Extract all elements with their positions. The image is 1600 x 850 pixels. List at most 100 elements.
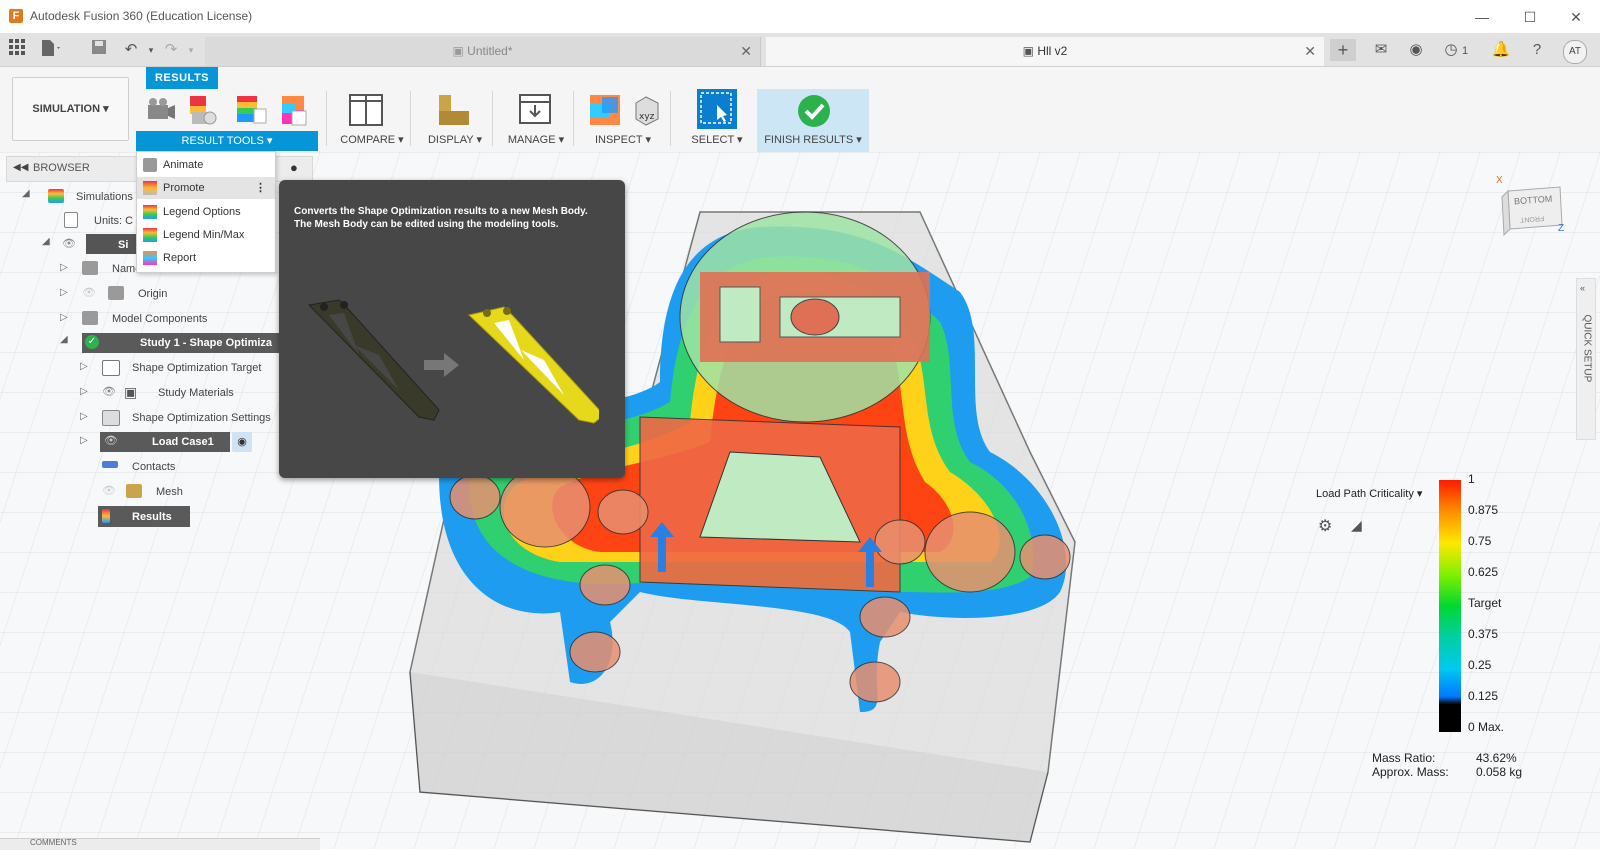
save-icon[interactable]	[88, 39, 110, 61]
notification-comment-icon[interactable]: ✉	[1370, 39, 1392, 61]
collapse-browser-icon[interactable]: ◀◀	[13, 162, 28, 173]
expand-triangle-icon[interactable]: ◢	[22, 188, 32, 200]
tree-row-units[interactable]: Units: C	[60, 210, 140, 234]
tree-row-load-case-1[interactable]: ▷ 👁 Load Case1 ◉	[80, 431, 260, 455]
legend-tick: Target	[1468, 596, 1502, 610]
undo-icon[interactable]: ↶	[120, 39, 142, 61]
tree-label: Origin	[138, 288, 168, 300]
compare-icon[interactable]	[349, 93, 383, 127]
compare-dropdown[interactable]: COMPARE ▾	[336, 133, 408, 146]
app-logo-icon: F	[9, 9, 23, 23]
job-count: 1	[1462, 45, 1469, 57]
tab-results[interactable]: RESULTS	[146, 67, 218, 89]
workspace-switcher-button[interactable]: SIMULATION ▾	[12, 77, 129, 141]
data-panel-grid-icon[interactable]	[6, 39, 28, 61]
axis-z-label: Z	[1558, 223, 1565, 234]
menu-item-label: Promote	[163, 182, 205, 194]
menu-item-report[interactable]: Report	[137, 247, 275, 269]
tree-row-mesh[interactable]: 👁 Mesh	[100, 481, 220, 505]
expand-triangle-icon[interactable]: ▷	[80, 411, 90, 423]
tree-row-model-components[interactable]: ▷ Model Components	[60, 308, 260, 332]
display-icon[interactable]	[437, 93, 471, 127]
legend-options-icon[interactable]	[234, 93, 268, 127]
expand-triangle-icon[interactable]: ◢	[42, 236, 52, 248]
select-icon[interactable]	[697, 89, 737, 129]
display-dropdown[interactable]: DISPLAY ▾	[420, 133, 490, 146]
maximize-icon[interactable]: ☐	[1508, 4, 1552, 30]
menu-item-animate[interactable]: Animate	[137, 154, 275, 176]
menu-item-legend-min-max[interactable]: Legend Min/Max	[137, 224, 275, 246]
inspect-dropdown[interactable]: INSPECT ▾	[583, 133, 663, 146]
close-window-icon[interactable]: ✕	[1554, 4, 1598, 30]
window-title: Autodesk Fusion 360 (Education License)	[30, 9, 253, 23]
visibility-eye-icon[interactable]: 👁	[102, 385, 116, 398]
view-cube[interactable]: BOTTOM FRONT X Z	[1494, 175, 1568, 245]
legend-title-dropdown[interactable]: Load Path Criticality ▾	[1316, 487, 1422, 500]
tree-row-results[interactable]: Results	[98, 506, 190, 530]
tab-hll-v2[interactable]: ▣ Hll v2 ✕	[766, 37, 1324, 66]
animate-camera-icon[interactable]	[144, 93, 178, 127]
expand-triangle-icon[interactable]: ▷	[60, 312, 70, 324]
user-avatar[interactable]: AT	[1563, 40, 1587, 64]
visibility-eye-icon[interactable]: 👁	[102, 484, 116, 497]
result-tools-dropdown[interactable]: RESULT TOOLS ▾	[136, 131, 318, 151]
report-icon[interactable]	[276, 93, 310, 127]
tree-label: Contacts	[132, 461, 176, 473]
manage-dropdown[interactable]: MANAGE ▾	[500, 133, 572, 146]
expand-triangle-icon[interactable]: ▷	[80, 435, 90, 447]
active-radio-icon[interactable]: ◉	[232, 432, 252, 452]
expand-triangle-icon[interactable]: ▷	[60, 262, 70, 274]
tree-row-simulation-model[interactable]: ◢ 👁 Si	[40, 234, 150, 258]
comments-panel[interactable]: COMMENTS	[0, 838, 320, 850]
browser-options-icon[interactable]: ●	[290, 160, 298, 175]
redo-icon[interactable]: ↷	[160, 39, 182, 61]
manage-icon[interactable]	[518, 93, 552, 127]
quick-setup-panel[interactable]: « QUICK SETUP	[1576, 278, 1596, 440]
legend-settings-gear-icon[interactable]: ⚙	[1318, 516, 1332, 536]
mass-ratio-value: 43.62%	[1476, 751, 1517, 765]
new-tab-plus-icon[interactable]: +	[1330, 39, 1356, 61]
file-menu-icon[interactable]	[40, 39, 62, 61]
expand-triangle-icon[interactable]: ◢	[60, 334, 70, 346]
minimize-icon[interactable]: —	[1460, 4, 1504, 30]
expand-triangle-icon[interactable]: ▷	[60, 287, 70, 299]
tree-row-study-1[interactable]: ◢ ✓ Study 1 - Shape Optimiza	[60, 332, 285, 356]
redo-dropdown-chevron-icon[interactable]: ▾	[180, 39, 202, 61]
expand-triangle-icon[interactable]: ▷	[80, 361, 90, 373]
notifications-bell-icon[interactable]: 🔔	[1490, 39, 1512, 61]
tree-row-optimization-target[interactable]: ▷ Shape Optimization Target	[80, 357, 280, 381]
close-tab-icon[interactable]: ✕	[740, 37, 752, 66]
select-dropdown[interactable]: SELECT ▾	[684, 133, 750, 146]
finish-checkmark-icon[interactable]	[797, 94, 831, 128]
chevron-left-icon[interactable]: «	[1580, 283, 1585, 293]
promote-mesh-icon[interactable]	[186, 93, 220, 127]
visibility-eye-icon[interactable]: 👁	[104, 434, 118, 447]
tree-row-origin[interactable]: ▷ 👁 Origin	[60, 283, 220, 307]
undo-dropdown-chevron-icon[interactable]: ▾	[140, 39, 162, 61]
tree-row-contacts[interactable]: Contacts	[100, 456, 220, 480]
finish-results-dropdown[interactable]: FINISH RESULTS ▾	[757, 133, 869, 146]
tree-label: Units: C	[94, 215, 134, 227]
document-icon	[64, 212, 78, 228]
legend-probe-icon[interactable]: ◢	[1351, 517, 1362, 534]
job-status-clock-icon[interactable]: ◷	[1440, 39, 1462, 61]
visibility-eye-icon[interactable]: 👁	[62, 237, 76, 250]
report-icon	[143, 251, 157, 265]
visibility-eye-icon[interactable]: 👁	[82, 286, 96, 299]
legend-tick: 0.375	[1468, 627, 1499, 641]
tree-row-study-materials[interactable]: ▷ 👁 ▣ Study Materials	[80, 382, 280, 406]
help-icon[interactable]: ?	[1526, 39, 1548, 61]
tree-row-optimization-settings[interactable]: ▷ Shape Optimization Settings	[80, 407, 290, 431]
expand-triangle-icon[interactable]: ▷	[80, 386, 90, 398]
menu-item-legend-options[interactable]: Legend Options	[137, 201, 275, 223]
legend-min-max-icon	[143, 228, 157, 242]
ribbon-toolbar: SIMULATION ▾ RESULTS RESULT TOOLS ▾ COMP…	[0, 67, 1600, 153]
menu-item-promote[interactable]: Promote ⋮	[137, 177, 275, 199]
tab-untitled[interactable]: ▣ Untitled* ✕	[205, 37, 761, 66]
ribbon-separator	[326, 91, 327, 146]
inspect-probe-icon[interactable]	[588, 93, 622, 127]
inspect-xyz-icon[interactable]: xyz	[630, 93, 664, 127]
close-tab-icon[interactable]: ✕	[1304, 37, 1316, 66]
extensions-globe-icon[interactable]: ◉	[1405, 39, 1427, 61]
more-options-icon[interactable]: ⋮	[255, 177, 266, 199]
